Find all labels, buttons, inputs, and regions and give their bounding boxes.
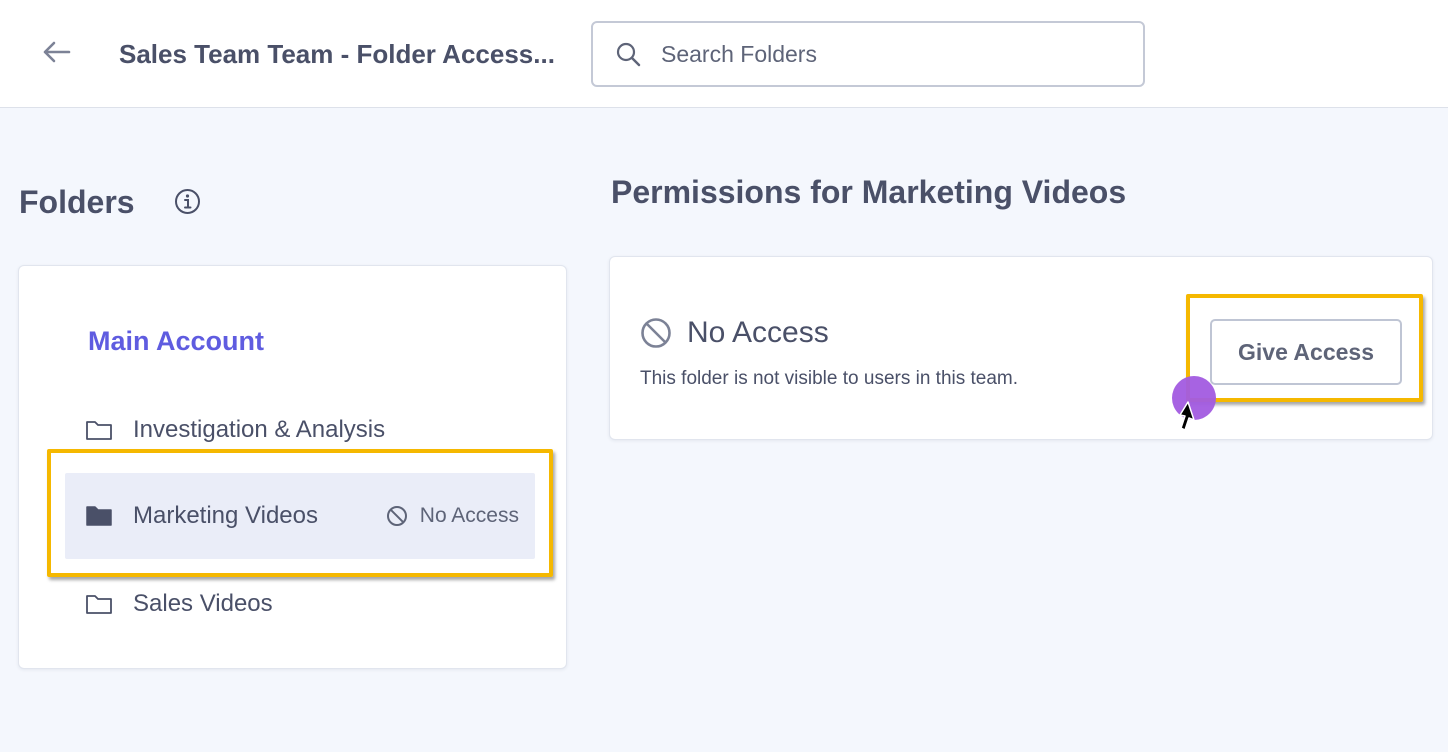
permissions-heading: Permissions for Marketing Videos bbox=[611, 174, 1127, 210]
status-badge: No Access bbox=[386, 504, 519, 528]
folder-item-sales-videos[interactable]: Sales Videos bbox=[65, 561, 535, 647]
permission-description: This folder is not visible to users in t… bbox=[640, 368, 1019, 389]
search-box[interactable] bbox=[591, 21, 1145, 87]
folder-item-investigation[interactable]: Investigation & Analysis bbox=[65, 387, 535, 473]
info-icon[interactable] bbox=[174, 188, 201, 215]
search-icon bbox=[615, 41, 641, 67]
folder-item-marketing-videos[interactable]: Marketing Videos No Access bbox=[65, 473, 535, 559]
folder-list-panel: Main Account Investigation & Analysis Ma… bbox=[18, 265, 567, 669]
top-bar: Sales Team Team - Folder Access... bbox=[0, 0, 1448, 108]
folder-filled-icon bbox=[85, 504, 113, 528]
back-button[interactable] bbox=[36, 34, 76, 70]
no-access-icon bbox=[386, 505, 408, 527]
give-access-button[interactable]: Give Access bbox=[1210, 319, 1402, 385]
folder-label: Marketing Videos bbox=[133, 502, 318, 529]
arrow-left-icon bbox=[43, 41, 71, 63]
permissions-card: No Access This folder is not visible to … bbox=[609, 256, 1433, 440]
folder-outline-icon bbox=[85, 592, 113, 616]
folders-heading: Folders bbox=[19, 184, 135, 220]
page-title: Sales Team Team - Folder Access... bbox=[119, 39, 555, 69]
status-text: No Access bbox=[419, 504, 519, 527]
folder-label: Investigation & Analysis bbox=[133, 416, 386, 443]
no-access-icon bbox=[640, 317, 672, 349]
account-name[interactable]: Main Account bbox=[88, 324, 264, 358]
folder-label: Sales Videos bbox=[133, 590, 273, 617]
search-input[interactable] bbox=[661, 34, 1101, 74]
permission-status-label: No Access bbox=[687, 316, 829, 349]
folder-outline-icon bbox=[85, 418, 113, 442]
